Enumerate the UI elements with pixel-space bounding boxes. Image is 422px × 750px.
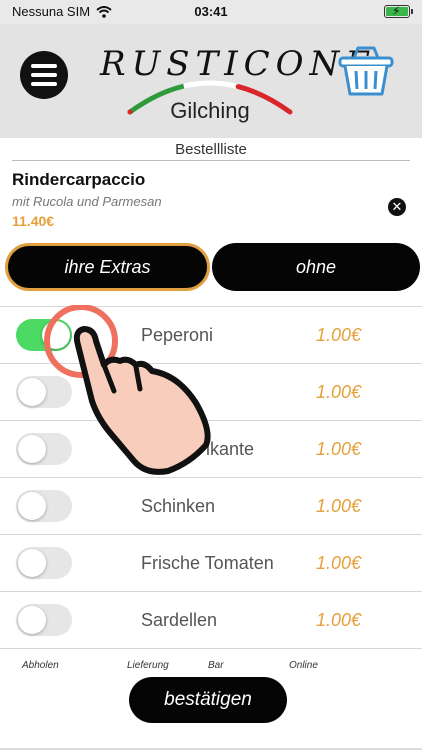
extra-name: Schinken xyxy=(141,496,216,516)
list-item: Frische Tomaten 1.00€ xyxy=(0,534,422,591)
extra-price: 1.00€ xyxy=(316,610,362,630)
hamburger-menu-icon[interactable] xyxy=(20,51,68,99)
page-title-bar: Bestellliste xyxy=(0,138,422,162)
extra-toggle[interactable] xyxy=(16,433,72,465)
title-divider xyxy=(12,160,410,161)
list-item: 1.00€ xyxy=(0,363,422,420)
extras-list: Peperoni 1.00€ 1.00€ ikante 1.00€ Schink… xyxy=(0,306,422,649)
tab-delivery[interactable]: Lieferung xyxy=(127,660,169,671)
extra-toggle[interactable] xyxy=(16,319,72,351)
extra-name: Sardellen xyxy=(141,610,218,630)
tab-bar[interactable]: Bar xyxy=(208,660,224,671)
extra-name: Peperoni xyxy=(141,325,214,345)
list-item: Schinken 1.00€ xyxy=(0,477,422,534)
status-bar: Nessuna SIM 03:41 ⚡ xyxy=(0,0,422,24)
bottom-tab-bar: Abholen Lieferung Bar Online xyxy=(0,658,422,674)
close-circle-icon[interactable]: ✕ xyxy=(388,198,406,216)
extra-name: ikante xyxy=(206,439,255,459)
battery-charging-icon: ⚡ xyxy=(384,4,413,18)
app-header: RUSTICONE Gilching xyxy=(0,24,422,138)
brand-logo: RUSTICONE Gilching xyxy=(100,34,377,130)
page-title: Bestellliste xyxy=(175,141,247,158)
product-description: mit Rucola und Parmesan xyxy=(12,194,162,209)
extra-name: Frische Tomaten xyxy=(141,553,274,573)
extra-price: 1.00€ xyxy=(316,553,362,573)
list-item: Peperoni 1.00€ xyxy=(0,306,422,363)
list-item: Sardellen 1.00€ xyxy=(0,591,422,649)
without-button[interactable]: ohne xyxy=(212,243,420,291)
product-price: 11.40€ xyxy=(12,213,55,229)
extra-toggle[interactable] xyxy=(16,376,72,408)
extra-toggle[interactable] xyxy=(16,490,72,522)
shopping-basket-icon[interactable] xyxy=(336,44,396,100)
extra-toggle[interactable] xyxy=(16,604,72,636)
brand-name: RUSTICONE xyxy=(100,44,377,84)
product-name: Rindercarpaccio xyxy=(12,170,146,189)
extra-price: 1.00€ xyxy=(316,496,362,516)
extra-price: 1.00€ xyxy=(316,325,362,345)
extra-toggle[interactable] xyxy=(16,547,72,579)
clock: 03:41 xyxy=(194,4,228,19)
tab-online[interactable]: Online xyxy=(289,660,318,671)
extra-price: 1.00€ xyxy=(316,382,362,402)
brand-location: Gilching xyxy=(170,98,250,123)
confirm-button[interactable]: bestätigen xyxy=(129,677,287,723)
tab-pickup[interactable]: Abholen xyxy=(22,660,59,671)
extra-price: 1.00€ xyxy=(316,439,362,459)
extras-button[interactable]: ihre Extras xyxy=(5,243,210,291)
list-item: ikante 1.00€ xyxy=(0,420,422,477)
